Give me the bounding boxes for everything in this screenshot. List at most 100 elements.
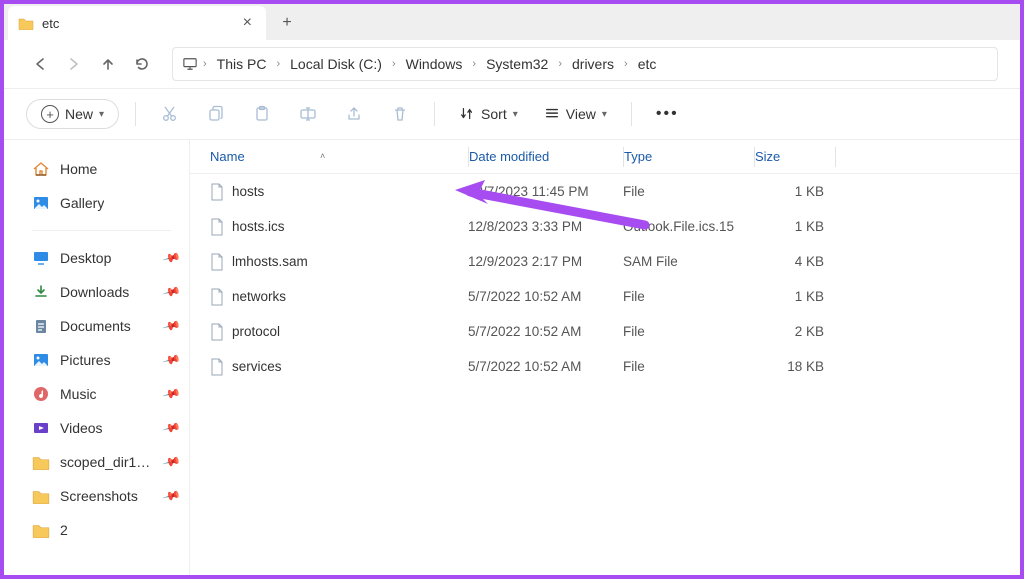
this-pc-icon bbox=[181, 57, 199, 71]
file-icon bbox=[210, 183, 224, 201]
column-header-type[interactable]: Type bbox=[624, 149, 754, 164]
sidebar-item-scoped-dir[interactable]: scoped_dir15168 📌 bbox=[4, 445, 189, 479]
rename-icon bbox=[299, 105, 317, 123]
new-button[interactable]: + New ▾ bbox=[26, 99, 119, 129]
file-type: File bbox=[623, 359, 754, 374]
sidebar-item-gallery[interactable]: Gallery bbox=[4, 186, 189, 220]
file-name: hosts.ics bbox=[232, 219, 285, 234]
separator bbox=[135, 102, 136, 126]
file-row[interactable]: networks5/7/2022 10:52 AMFile1 KB bbox=[190, 279, 1020, 314]
file-row[interactable]: protocol5/7/2022 10:52 AMFile2 KB bbox=[190, 314, 1020, 349]
sort-icon bbox=[459, 106, 475, 122]
copy-button[interactable] bbox=[198, 96, 234, 132]
chevron-right-icon: › bbox=[201, 58, 209, 70]
paste-icon bbox=[253, 105, 271, 123]
tab-title: etc bbox=[42, 16, 59, 31]
view-button[interactable]: View ▾ bbox=[536, 102, 615, 126]
file-name: lmhosts.sam bbox=[232, 254, 308, 269]
pictures-icon bbox=[32, 352, 50, 368]
toolbar: + New ▾ Sort ▾ View ▾ ••• bbox=[4, 88, 1020, 140]
crumb-c-drive[interactable]: Local Disk (C:) bbox=[284, 54, 388, 74]
file-row[interactable]: services5/7/2022 10:52 AMFile18 KB bbox=[190, 349, 1020, 384]
file-list: Name ˄ Date modified Type Size hosts12/7… bbox=[190, 140, 1020, 575]
forward-button[interactable] bbox=[60, 50, 88, 78]
up-button[interactable] bbox=[94, 50, 122, 78]
crumb-system32[interactable]: System32 bbox=[480, 54, 554, 74]
folder-icon bbox=[32, 488, 50, 504]
file-row[interactable]: hosts.ics12/8/2023 3:33 PMOutlook.File.i… bbox=[190, 209, 1020, 244]
pin-icon: 📌 bbox=[162, 248, 182, 268]
sidebar-item-label: Downloads bbox=[60, 284, 129, 300]
sidebar-item-label: Pictures bbox=[60, 352, 111, 368]
sidebar-item-label: Documents bbox=[60, 318, 131, 334]
desktop-icon bbox=[32, 250, 50, 266]
sidebar-item-label: scoped_dir15168 bbox=[60, 454, 154, 470]
column-label: Date modified bbox=[469, 149, 549, 164]
separator bbox=[835, 147, 836, 167]
file-type: File bbox=[623, 184, 754, 199]
chevron-down-icon: ▾ bbox=[99, 109, 104, 120]
sidebar-item-pictures[interactable]: Pictures 📌 bbox=[4, 343, 189, 377]
file-size: 18 KB bbox=[754, 359, 834, 374]
crumb-this-pc[interactable]: This PC bbox=[211, 54, 273, 74]
file-date: 12/8/2023 3:33 PM bbox=[468, 219, 623, 234]
sidebar-item-videos[interactable]: Videos 📌 bbox=[4, 411, 189, 445]
column-header-date[interactable]: Date modified bbox=[469, 149, 623, 164]
file-row[interactable]: hosts12/7/2023 11:45 PMFile1 KB bbox=[190, 174, 1020, 209]
file-icon bbox=[210, 218, 224, 236]
chevron-right-icon: › bbox=[274, 58, 282, 70]
cut-button[interactable] bbox=[152, 96, 188, 132]
crumb-windows[interactable]: Windows bbox=[400, 54, 469, 74]
crumb-etc[interactable]: etc bbox=[632, 54, 663, 74]
chevron-right-icon: › bbox=[622, 58, 630, 70]
folder-icon bbox=[32, 522, 50, 538]
sidebar-item-downloads[interactable]: Downloads 📌 bbox=[4, 275, 189, 309]
chevron-right-icon: › bbox=[470, 58, 478, 70]
new-tab-button[interactable]: + bbox=[272, 8, 302, 38]
file-size: 2 KB bbox=[754, 324, 834, 339]
music-icon bbox=[32, 386, 50, 402]
sort-button[interactable]: Sort ▾ bbox=[451, 102, 526, 126]
sidebar-item-music[interactable]: Music 📌 bbox=[4, 377, 189, 411]
share-button[interactable] bbox=[336, 96, 372, 132]
chevron-down-icon: ▾ bbox=[602, 109, 607, 120]
sidebar-item-2[interactable]: 2 bbox=[4, 513, 189, 547]
pin-icon: 📌 bbox=[162, 384, 182, 404]
paste-button[interactable] bbox=[244, 96, 280, 132]
sidebar-item-desktop[interactable]: Desktop 📌 bbox=[4, 241, 189, 275]
column-label: Size bbox=[755, 149, 780, 164]
file-type: File bbox=[623, 289, 754, 304]
file-date: 12/9/2023 2:17 PM bbox=[468, 254, 623, 269]
share-icon bbox=[345, 105, 363, 123]
file-size: 1 KB bbox=[754, 184, 834, 199]
separator bbox=[631, 102, 632, 126]
tab-etc[interactable]: etc × bbox=[8, 6, 266, 40]
refresh-icon bbox=[134, 56, 150, 72]
refresh-button[interactable] bbox=[128, 50, 156, 78]
chevron-right-icon: › bbox=[390, 58, 398, 70]
close-tab-button[interactable]: × bbox=[239, 12, 256, 34]
gallery-icon bbox=[32, 195, 50, 211]
arrow-left-icon bbox=[32, 56, 48, 72]
file-type: SAM File bbox=[623, 254, 754, 269]
rename-button[interactable] bbox=[290, 96, 326, 132]
column-header-size[interactable]: Size bbox=[755, 149, 835, 164]
tab-bar: etc × + bbox=[4, 4, 1020, 40]
nav-bar: › This PC› Local Disk (C:)› Windows› Sys… bbox=[4, 40, 1020, 88]
sidebar-item-documents[interactable]: Documents 📌 bbox=[4, 309, 189, 343]
delete-button[interactable] bbox=[382, 96, 418, 132]
file-row[interactable]: lmhosts.sam12/9/2023 2:17 PMSAM File4 KB bbox=[190, 244, 1020, 279]
sidebar-item-label: Gallery bbox=[60, 195, 104, 211]
file-name: services bbox=[232, 359, 282, 374]
crumb-drivers[interactable]: drivers bbox=[566, 54, 620, 74]
pin-icon: 📌 bbox=[162, 282, 182, 302]
more-button[interactable]: ••• bbox=[648, 101, 687, 127]
back-button[interactable] bbox=[26, 50, 54, 78]
file-icon bbox=[210, 253, 224, 271]
sidebar-item-home[interactable]: Home bbox=[4, 152, 189, 186]
column-header-name[interactable]: Name ˄ bbox=[190, 149, 468, 164]
address-bar[interactable]: › This PC› Local Disk (C:)› Windows› Sys… bbox=[172, 47, 998, 81]
file-date: 5/7/2022 10:52 AM bbox=[468, 289, 623, 304]
sort-asc-icon: ˄ bbox=[320, 151, 325, 161]
sidebar-item-screenshots[interactable]: Screenshots 📌 bbox=[4, 479, 189, 513]
